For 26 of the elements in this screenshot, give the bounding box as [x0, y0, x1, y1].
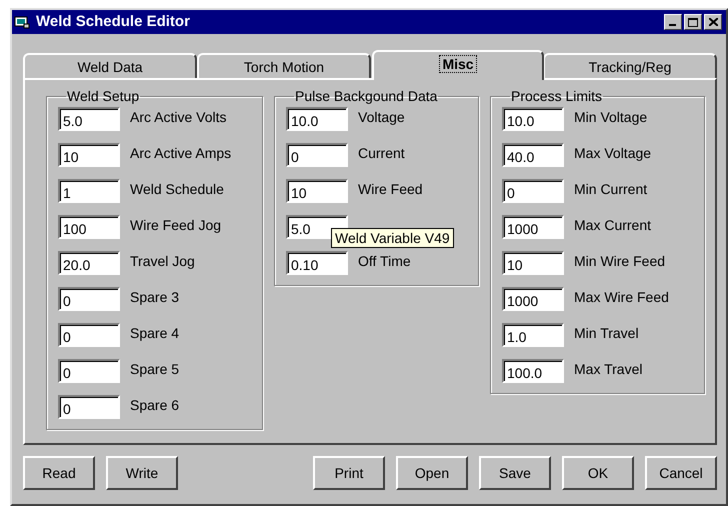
group-title: Process Limits: [510, 89, 604, 103]
field-label: Current: [358, 144, 405, 163]
field-label: Voltage: [358, 108, 405, 127]
group-title: Weld Setup: [66, 89, 140, 103]
field-label: Max Wire Feed: [574, 288, 669, 307]
field-label: Spare 5: [130, 360, 180, 379]
field-label: Off Time: [358, 252, 411, 271]
field-label: Min Current: [574, 180, 648, 199]
field-label: Wire Feed: [358, 180, 423, 199]
field-label: Spare 6: [130, 396, 180, 415]
field-label: Travel Jog: [130, 252, 195, 271]
field-label: Max Voltage: [574, 144, 652, 163]
window-title: Weld Schedule Editor: [36, 13, 190, 31]
field-label: Arc Active Amps: [130, 144, 232, 163]
field-label: Max Travel: [574, 360, 642, 379]
group-title: Pulse Backgound Data: [294, 89, 438, 103]
field-label: Weld Schedule: [130, 180, 224, 199]
field-label: Max Current: [574, 216, 652, 235]
field-label: Spare 3: [130, 288, 180, 307]
field-label: Arc Active Volts: [130, 108, 226, 127]
field-label: Min Wire Feed: [574, 252, 666, 271]
field-label: Wire Feed Jog: [130, 216, 222, 235]
field-label: Min Travel: [574, 324, 639, 343]
field-label: Min Voltage: [574, 108, 648, 127]
field-label: Spare 4: [130, 324, 180, 343]
tooltip: Weld Variable V49: [331, 228, 454, 248]
